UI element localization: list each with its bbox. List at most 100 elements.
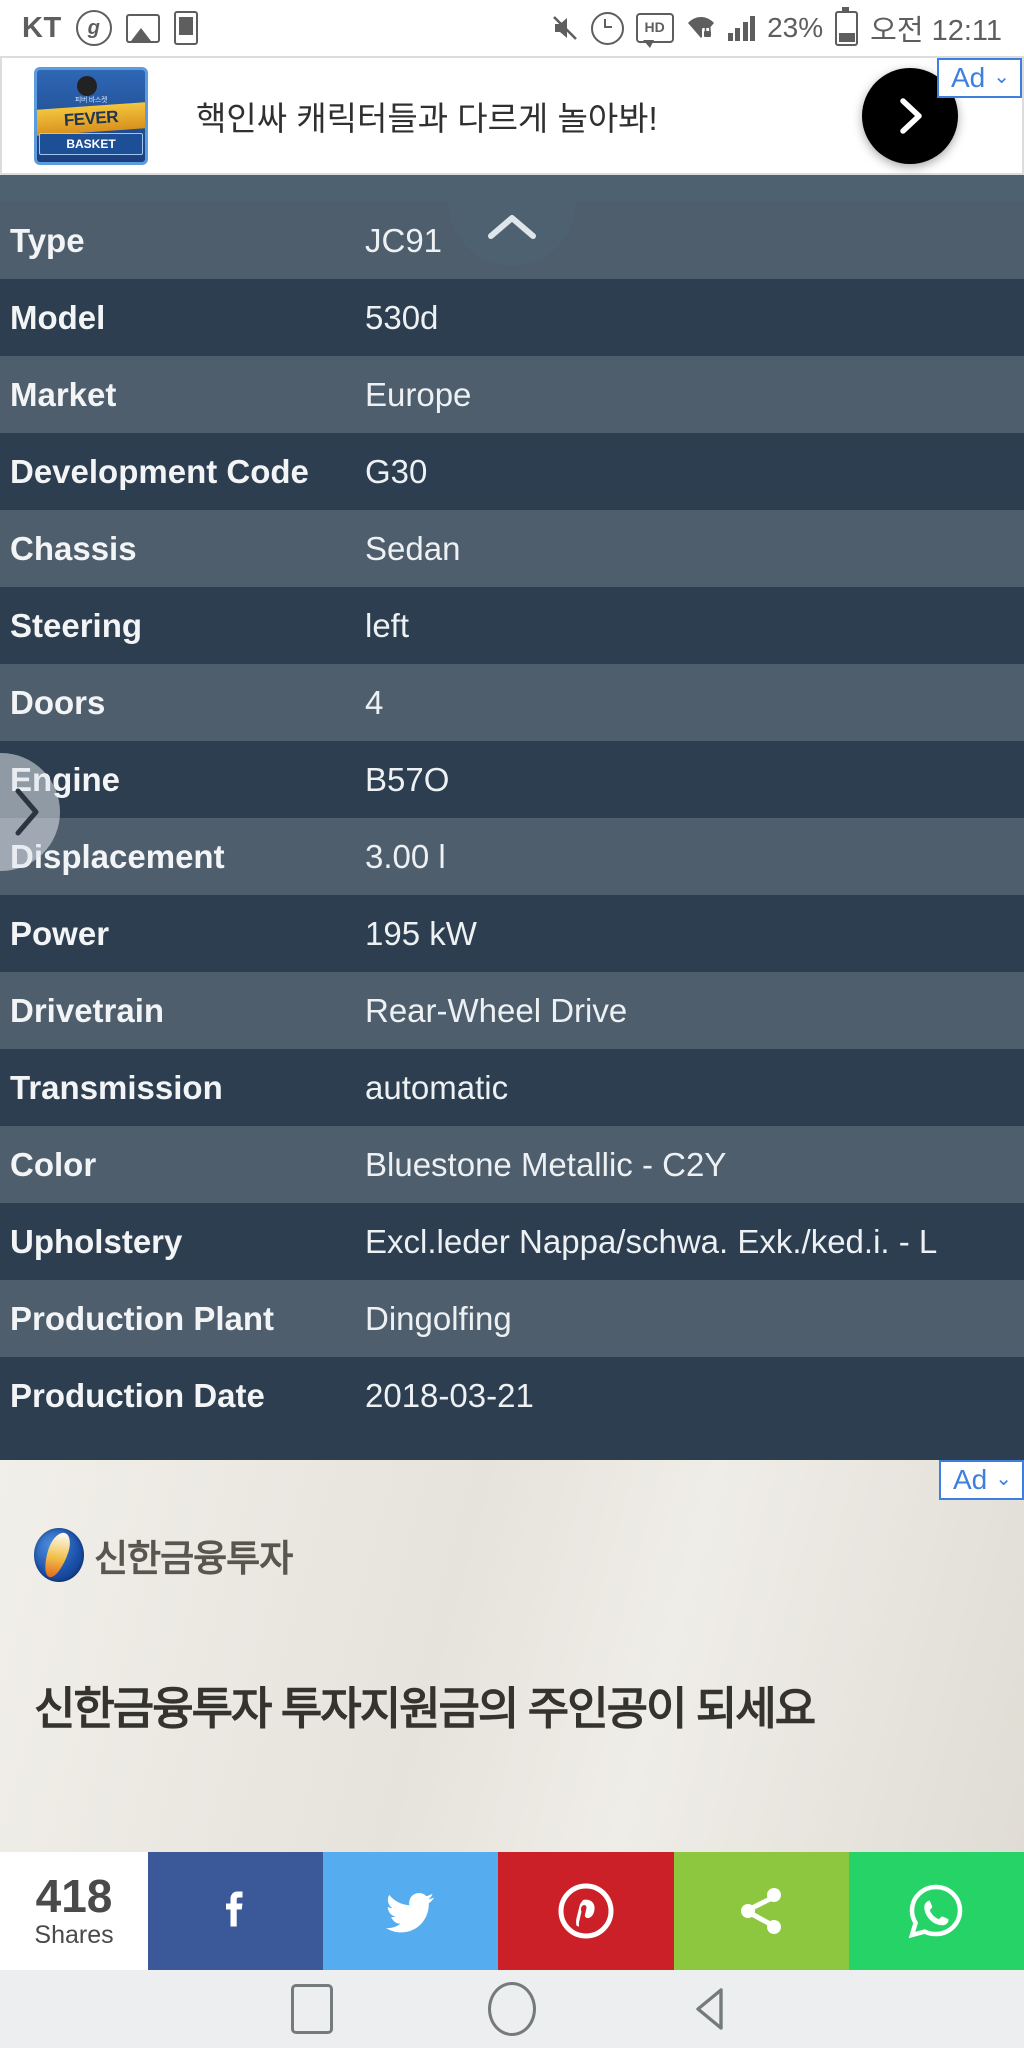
bottom-ad-headline: 신한금융투자 투자지원금의 주인공이 되세요 xyxy=(34,1683,816,1734)
vehicle-spec-sheet: Type JC91 Model 530d Market Europe Development… xyxy=(0,175,1024,1460)
top-ad-badge[interactable]: Ad ⌄ xyxy=(936,58,1022,99)
fever-logo-bottom-text: BASKET xyxy=(39,132,143,155)
spec-row: Market Europe xyxy=(0,356,1024,433)
top-ad-banner[interactable]: 피버 바스켓 FEVER BASKET 핵인싸 캐릭터들과 다르게 놀아봐! A… xyxy=(0,56,1024,175)
home-button[interactable] xyxy=(412,1982,612,2036)
chevron-right-icon xyxy=(15,788,39,836)
alarm-icon xyxy=(590,11,624,45)
bottom-ad-badge-label: Ad xyxy=(952,1464,988,1495)
bottom-ad-badge[interactable]: Ad ⌄ xyxy=(938,1460,1024,1501)
spec-row-value: Sedan xyxy=(365,529,461,567)
spec-row: Upholstery Excl.leder Nappa/schwa. Exk./k… xyxy=(0,1203,1024,1280)
spec-row-key: Development Code xyxy=(10,452,309,490)
spec-row-key: Model xyxy=(10,298,106,336)
share-count: 418 Shares xyxy=(0,1852,148,1970)
pinterest-icon xyxy=(558,1883,614,1939)
facebook-icon xyxy=(225,1891,243,1927)
spec-row-value: Bluestone Metallic - C2Y xyxy=(365,1145,727,1183)
spec-row-value: 195 kW xyxy=(365,914,477,952)
bottom-ad-advertiser-label: 신한금융투자 xyxy=(94,1538,293,1579)
spec-row: Power 195 kW xyxy=(0,895,1024,972)
hd-icon: HD xyxy=(635,13,674,48)
clock-label: 오전 12:11 xyxy=(870,15,1002,47)
spec-row-key: Displacement xyxy=(10,837,225,875)
spec-row-key: Power xyxy=(10,914,110,952)
bottom-ad-advertiser: 신한금융투자 xyxy=(34,1528,293,1582)
social-share-bar: 418 Shares xyxy=(0,1852,1024,1970)
spec-row-value: 4 xyxy=(365,683,384,721)
spec-row-value: G30 xyxy=(365,452,428,490)
spec-row-key: Steering xyxy=(10,606,143,644)
phone-screen: KT g HD 23% 오전 12:11 피버 바스켓 FEVER BASKET… xyxy=(0,0,1024,2048)
home-circle-icon xyxy=(488,1982,536,2036)
chevron-up-icon xyxy=(488,215,536,239)
spec-row: Development Code G30 xyxy=(0,433,1024,510)
spec-row-value: Rear-Wheel Drive xyxy=(365,991,628,1029)
spec-row-value: B57O xyxy=(365,760,450,798)
spec-row: Steering left xyxy=(0,587,1024,664)
status-bar-right: HD 23% 오전 12:11 xyxy=(551,6,1024,49)
carrier-label: KT xyxy=(22,11,62,44)
spec-row-value: Europe xyxy=(365,375,472,413)
sheet-bottom-filler xyxy=(0,1434,1024,1460)
status-bar-left: KT g xyxy=(0,10,198,46)
share-icon xyxy=(741,1888,782,1934)
spec-row-value: Dingolfing xyxy=(365,1299,512,1337)
mute-icon xyxy=(551,14,579,42)
spec-row-value: left xyxy=(365,606,410,644)
top-ad-badge-label: Ad xyxy=(950,62,986,93)
recents-button[interactable] xyxy=(212,1984,412,2034)
spec-row: Engine B57O xyxy=(0,741,1024,818)
sim-card-icon xyxy=(173,11,198,45)
spec-row-key: Production Plant xyxy=(10,1299,274,1337)
spec-row-key: Drivetrain xyxy=(10,991,165,1029)
chevron-right-icon xyxy=(900,97,922,134)
spec-row: Drivetrain Rear-Wheel Drive xyxy=(0,972,1024,1049)
share-button-pinterest[interactable] xyxy=(498,1852,674,1970)
shinhan-logo-icon xyxy=(34,1528,84,1582)
recents-square-icon xyxy=(291,1984,333,2034)
spec-row-key: Type xyxy=(10,221,85,259)
wifi-vpn-icon xyxy=(686,14,716,42)
spec-row-value: 2018-03-21 xyxy=(365,1376,534,1414)
spec-row-key: Upholstery xyxy=(10,1222,183,1260)
battery-icon xyxy=(835,6,859,46)
spec-row-value: Excl.leder Nappa/schwa. Exk./ked.i. - L xyxy=(365,1222,938,1260)
spec-row-value: 3.00 l xyxy=(365,837,446,875)
spec-row-key: Market xyxy=(10,375,117,413)
share-button-whatsapp[interactable] xyxy=(848,1852,1024,1970)
whatsapp-icon xyxy=(909,1884,963,1939)
chevron-down-icon: ⌄ xyxy=(995,1468,1012,1491)
spec-row: Doors 4 xyxy=(0,664,1024,741)
spec-rows: Type JC91 Model 530d Market Europe Development… xyxy=(0,202,1024,1434)
fever-logo-top-text: FEVER xyxy=(37,101,145,136)
spec-row-value: 530d xyxy=(365,298,439,336)
spec-row-key: Engine xyxy=(10,760,121,798)
back-button[interactable] xyxy=(612,1984,812,2034)
share-button-twitter[interactable] xyxy=(323,1852,499,1970)
spec-row-key: Production Date xyxy=(10,1376,265,1414)
spec-row: Production Date 2018-03-21 xyxy=(0,1357,1024,1434)
basketball-icon xyxy=(77,75,97,96)
back-triangle-icon xyxy=(696,1988,723,2030)
spec-row: Displacement 3.00 l xyxy=(0,818,1024,895)
spec-row: Color Bluestone Metallic - C2Y xyxy=(0,1126,1024,1203)
chevron-down-icon: ⌄ xyxy=(993,66,1010,89)
status-bar: KT g HD 23% 오전 12:11 xyxy=(0,0,1024,56)
signal-bars-icon xyxy=(727,15,756,41)
spec-row-key: Transmission xyxy=(10,1068,223,1106)
share-buttons xyxy=(148,1852,1024,1970)
spec-row: Model 530d xyxy=(0,279,1024,356)
network-badge-icon: g xyxy=(75,10,112,46)
share-button-share[interactable] xyxy=(673,1852,849,1970)
top-ad-content: 피버 바스켓 FEVER BASKET 핵인싸 캐릭터들과 다르게 놀아봐! xyxy=(2,58,1022,173)
spec-row-key: Color xyxy=(10,1145,97,1183)
spec-row-key: Doors xyxy=(10,683,106,721)
twitter-icon xyxy=(385,1893,434,1933)
spec-row: Transmission automatic xyxy=(0,1049,1024,1126)
spec-row: Production Plant Dingolfing xyxy=(0,1280,1024,1357)
spec-row-key: Chassis xyxy=(10,529,137,567)
share-button-facebook[interactable] xyxy=(148,1852,324,1970)
battery-percent-label: 23% xyxy=(767,12,824,43)
share-count-label: Shares xyxy=(34,1921,114,1949)
